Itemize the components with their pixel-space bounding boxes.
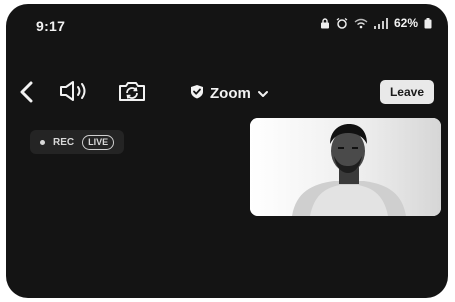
meeting-screen: 9:17 62% Zoom Leave REC LIVE — [6, 4, 448, 298]
chevron-left-icon — [18, 81, 34, 108]
camera-switch-icon — [116, 79, 148, 108]
leave-button[interactable]: Leave — [379, 80, 434, 104]
status-icons: 62% — [320, 14, 432, 32]
speaker-button[interactable] — [54, 78, 94, 108]
wifi-icon — [354, 18, 368, 29]
participant-video-frame — [250, 118, 441, 216]
participant-video-tile[interactable] — [250, 118, 441, 216]
lock-icon — [320, 17, 330, 29]
battery-icon — [424, 17, 432, 29]
live-badge: LIVE — [82, 134, 115, 150]
meeting-info-dropdown[interactable]: Zoom — [184, 78, 275, 108]
rec-label: REC — [53, 136, 75, 148]
signal-icon — [373, 17, 388, 29]
speaker-icon — [57, 80, 91, 107]
alarm-icon — [336, 17, 348, 29]
battery-level: 62% — [393, 16, 418, 30]
rec-dot-icon — [40, 139, 45, 145]
chevron-down-icon — [257, 85, 269, 102]
status-bar: 9:17 62% — [6, 4, 448, 44]
meeting-toolbar: Zoom Leave — [6, 74, 448, 110]
back-button[interactable] — [12, 80, 40, 108]
switch-camera-button[interactable] — [114, 78, 150, 108]
meeting-title: Zoom — [210, 84, 251, 102]
recording-indicator[interactable]: REC LIVE — [30, 130, 125, 154]
status-time: 9:17 — [36, 18, 66, 34]
shield-check-icon — [190, 84, 204, 103]
